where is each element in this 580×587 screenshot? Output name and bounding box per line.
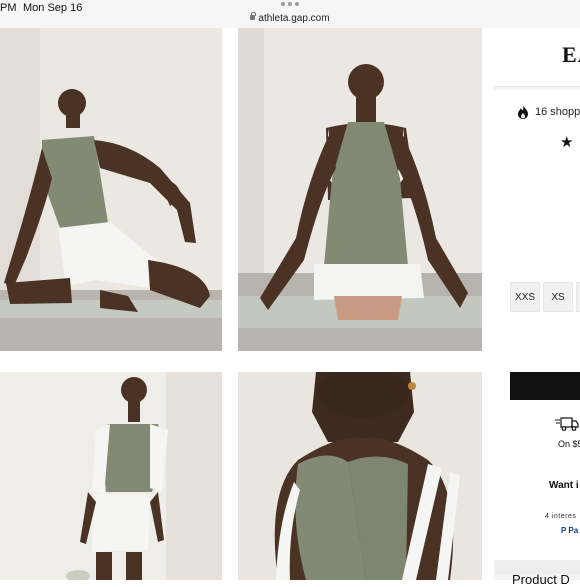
multitasking-dots-icon[interactable] xyxy=(280,2,300,8)
installments-text: 4 interes xyxy=(545,513,577,520)
product-image-gallery xyxy=(0,28,494,580)
brand-logo[interactable]: EA xyxy=(562,42,580,68)
address-bar[interactable]: athleta.gap.com xyxy=(0,12,580,24)
product-image-2[interactable] xyxy=(238,28,482,351)
ipad-status-bar: PM Mon Sep 16 athleta.gap.com xyxy=(0,0,580,28)
url-text: athleta.gap.com xyxy=(258,13,330,24)
paypal-logo[interactable]: P Pa xyxy=(561,526,578,535)
size-xs-button[interactable]: XS xyxy=(543,282,573,312)
size-xxs-button[interactable]: XXS xyxy=(510,282,540,312)
rating-star-icon[interactable]: ★ xyxy=(560,133,573,151)
want-it-heading: Want i xyxy=(549,480,579,491)
free-shipping-text: On $5 xyxy=(558,439,580,449)
product-image-1[interactable] xyxy=(0,28,222,351)
product-info-panel: EA 16 shopp ★ XXS XS On $5 Want i 4 inte… xyxy=(494,28,580,587)
size-next-button[interactable] xyxy=(576,282,580,312)
product-image-4[interactable] xyxy=(238,372,482,580)
lock-icon xyxy=(250,12,256,20)
flame-icon xyxy=(518,105,528,119)
shoppers-count: 16 shopp xyxy=(535,106,580,118)
shipping-truck-icon xyxy=(555,417,579,431)
add-to-bag-button[interactable] xyxy=(510,372,580,400)
brand-header: EA xyxy=(494,28,580,87)
product-image-3[interactable] xyxy=(0,372,222,580)
